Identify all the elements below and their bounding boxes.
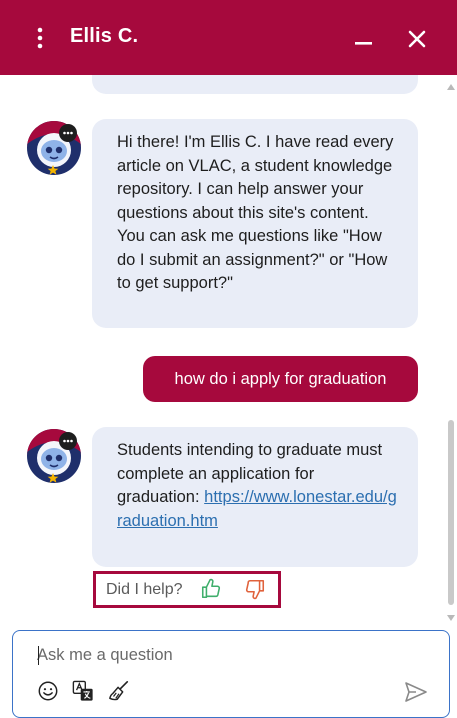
more-menu-icon[interactable]	[30, 26, 50, 50]
bot-avatar	[26, 428, 82, 484]
message-composer	[12, 630, 450, 718]
feedback-box: Did I help?	[93, 571, 281, 608]
previous-message-text	[117, 75, 121, 86]
user-message-text: how do i apply for graduation	[174, 370, 387, 388]
scroll-up-icon[interactable]	[447, 84, 455, 90]
bot-message: Hi there! I'm Ellis C. I have read every…	[92, 119, 418, 328]
bot-avatar	[26, 120, 82, 176]
chat-transcript[interactable]: Hi there! I'm Ellis C. I have read every…	[0, 75, 457, 625]
user-message: how do i apply for graduation	[143, 356, 418, 402]
feedback-label: Did I help?	[106, 581, 183, 598]
bot-name-title: Ellis C.	[70, 25, 139, 47]
question-input[interactable]	[37, 643, 417, 667]
send-icon[interactable]	[403, 679, 429, 705]
emoji-icon[interactable]	[37, 680, 59, 702]
chat-header: Ellis C.	[0, 0, 457, 75]
clear-broom-icon[interactable]	[108, 680, 130, 702]
bot-message-text: Hi there! I'm Ellis C. I have read every…	[117, 133, 394, 292]
minimize-icon[interactable]	[352, 28, 376, 48]
chat-scrollbar[interactable]	[444, 75, 457, 625]
scroll-thumb[interactable]	[448, 420, 454, 605]
scroll-down-icon[interactable]	[447, 615, 455, 621]
translate-icon[interactable]	[72, 680, 94, 702]
thumbs-down-icon[interactable]	[244, 578, 266, 600]
bot-message: Students intending to graduate must comp…	[92, 427, 418, 567]
text-caret	[38, 646, 39, 665]
previous-bot-message	[92, 75, 418, 94]
close-icon[interactable]	[405, 27, 429, 51]
thumbs-up-icon[interactable]	[200, 578, 222, 600]
